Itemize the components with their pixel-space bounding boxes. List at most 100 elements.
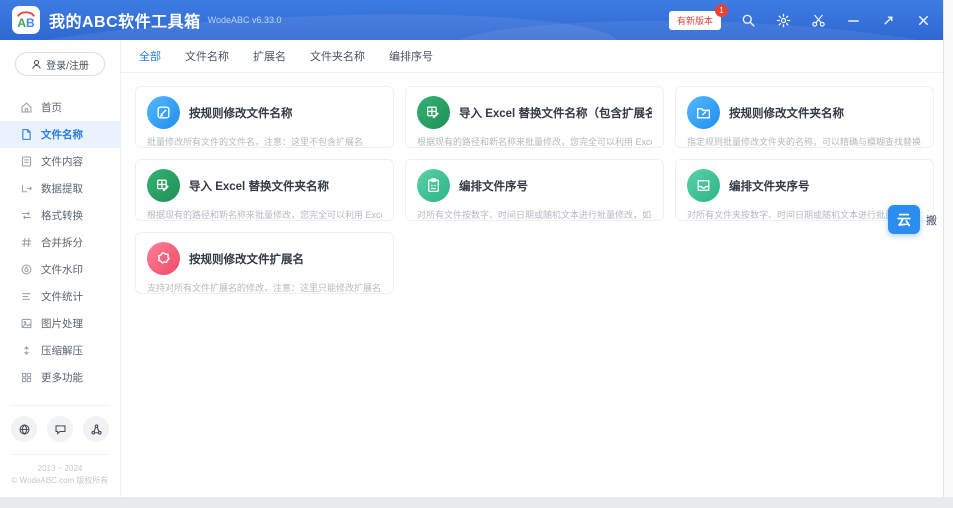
- number-folders-icon: [687, 169, 720, 202]
- copyright-years: 2013 ~ 2024: [10, 463, 110, 475]
- card-description: 根据现有的路径和新名称来批量修改，您完全可以利用 Excel 强大的功能: [417, 135, 652, 148]
- card-description: 批量修改所有文件的文件名，注意：这里不包含扩展名: [147, 135, 382, 148]
- svg-text:A: A: [17, 16, 26, 30]
- taskbar-strip: [0, 497, 953, 508]
- card-number-files[interactable]: 编排文件序号 对所有文件按数字、时间日期或随机文本进行批量修改，如果您的规则不: [405, 159, 664, 221]
- card-title: 编排文件夹序号: [729, 178, 810, 194]
- rename-folder-icon: [687, 96, 720, 129]
- card-title: 导入 Excel 替换文件夹名称: [189, 178, 329, 194]
- file-content-icon: [20, 155, 33, 168]
- close-icon[interactable]: [916, 13, 931, 28]
- card-excel-rename-file[interactable]: 导入 Excel 替换文件名称（包含扩展名） 根据现有的路径和新名称来批量修改，…: [405, 86, 664, 148]
- sidebar-item-file-stats[interactable]: 文件统计: [0, 283, 120, 310]
- tab-numbering[interactable]: 编排序号: [389, 48, 433, 64]
- app-logo: A B: [12, 6, 40, 34]
- login-register-label: 登录/注册: [46, 57, 89, 72]
- sidebar-item-image-process[interactable]: 图片处理: [0, 310, 120, 337]
- app-title: 我的ABC软件工具箱: [49, 8, 201, 32]
- category-tabbar: 全部 文件名称 扩展名 文件夹名称 编排序号: [121, 40, 943, 73]
- cloud-button[interactable]: 云: [888, 205, 920, 234]
- sidebar: 登录/注册 首页 文件名称 文件内容: [0, 40, 121, 497]
- sidebar-item-label: 文件内容: [41, 154, 83, 169]
- update-badge: 1: [715, 4, 728, 17]
- excel-import-icon: [147, 169, 180, 202]
- file-name-icon: [20, 128, 33, 141]
- sidebar-item-label: 图片处理: [41, 316, 83, 331]
- format-convert-icon: [20, 209, 33, 222]
- social-row: [10, 405, 110, 454]
- sidebar-item-label: 合并拆分: [41, 235, 83, 250]
- tab-extension[interactable]: 扩展名: [253, 48, 286, 64]
- number-files-icon: [417, 169, 450, 202]
- sidebar-bottom: 2013 ~ 2024 © WodeABC.com 版权所有: [0, 405, 120, 497]
- tab-file-name[interactable]: 文件名称: [185, 48, 229, 64]
- sidebar-item-label: 数据提取: [41, 181, 83, 196]
- feedback-button[interactable]: [47, 416, 73, 442]
- card-rename-file[interactable]: 按规则修改文件名称 批量修改所有文件的文件名，注意：这里不包含扩展名: [135, 86, 394, 148]
- titlebar-controls: 有新版本 1: [669, 11, 931, 30]
- card-excel-rename-folder[interactable]: 导入 Excel 替换文件夹名称 根据现有的路径和新名称来批量修改，您完全可以利…: [135, 159, 394, 221]
- sidebar-item-label: 首页: [41, 100, 62, 115]
- card-title: 按规则修改文件夹名称: [729, 105, 844, 121]
- titlebar: A B 我的ABC软件工具箱 WodeABC v6.33.0 有新版本 1: [0, 0, 943, 40]
- floating-cloud-widget: 云 搬: [888, 205, 937, 234]
- sidebar-item-label: 格式转换: [41, 208, 83, 223]
- cloud-partial-label: 搬: [926, 212, 937, 228]
- card-title: 导入 Excel 替换文件名称（包含扩展名）: [459, 105, 652, 121]
- card-description: 对所有文件夹按数字、时间日期或随机文本进行批量修改，如果您的规则: [687, 208, 922, 221]
- tab-folder-name[interactable]: 文件夹名称: [310, 48, 365, 64]
- card-description: 根据现有的路径和新名称来批量修改，您完全可以利用 Excel 强大的功能: [147, 208, 382, 221]
- card-rename-folder[interactable]: 按规则修改文件夹名称 指定规则批量修改文件夹的名称，可以精确与模糊查找替换: [675, 86, 934, 148]
- update-version-button[interactable]: 有新版本 1: [669, 11, 721, 30]
- sidebar-item-more[interactable]: 更多功能: [0, 364, 120, 391]
- card-rename-extension[interactable]: 按规则修改文件扩展名 支持对所有文件扩展名的修改，注意：这里只能修改扩展名，「不…: [135, 232, 394, 294]
- image-process-icon: [20, 317, 33, 330]
- watermark-icon: [20, 263, 33, 276]
- settings-gear-icon[interactable]: [776, 13, 791, 28]
- sidebar-item-format-convert[interactable]: 格式转换: [0, 202, 120, 229]
- chat-icon: [54, 423, 67, 436]
- excel-import-icon: [417, 96, 450, 129]
- sidebar-item-label: 文件名称: [41, 127, 83, 142]
- card-title: 按规则修改文件名称: [189, 105, 293, 121]
- sidebar-item-compress[interactable]: 压缩解压: [0, 337, 120, 364]
- card-title: 按规则修改文件扩展名: [189, 251, 304, 267]
- home-icon: [20, 101, 33, 114]
- sidebar-nav: 首页 文件名称 文件内容 数据提取: [0, 94, 120, 391]
- sidebar-item-watermark[interactable]: 文件水印: [0, 256, 120, 283]
- sidebar-item-file-name[interactable]: 文件名称: [0, 121, 120, 148]
- sidebar-item-label: 更多功能: [41, 370, 83, 385]
- sidebar-item-label: 压缩解压: [41, 343, 83, 358]
- globe-icon: [18, 423, 31, 436]
- minimize-icon[interactable]: [846, 13, 861, 28]
- app-window: A B 我的ABC软件工具箱 WodeABC v6.33.0 有新版本 1: [0, 0, 944, 497]
- svg-text:B: B: [26, 16, 35, 30]
- sidebar-item-merge-split[interactable]: 合并拆分: [0, 229, 120, 256]
- search-icon[interactable]: [741, 13, 756, 28]
- merge-split-icon: [20, 236, 33, 249]
- maximize-icon[interactable]: [881, 13, 896, 28]
- card-description: 支持对所有文件扩展名的修改，注意：这里只能修改扩展名，「不是」文: [147, 281, 382, 294]
- copyright: 2013 ~ 2024 © WodeABC.com 版权所有: [10, 454, 110, 487]
- login-register-button[interactable]: 登录/注册: [15, 52, 105, 76]
- card-title: 编排文件序号: [459, 178, 528, 194]
- share-icon: [90, 423, 103, 436]
- card-description: 指定规则批量修改文件夹的名称，可以精确与模糊查找替换: [687, 135, 922, 148]
- data-extract-icon: [20, 182, 33, 195]
- scissors-icon[interactable]: [811, 13, 826, 28]
- share-button[interactable]: [83, 416, 109, 442]
- tool-card-grid: 按规则修改文件名称 批量修改所有文件的文件名，注意：这里不包含扩展名 导入 Ex…: [121, 73, 943, 307]
- sidebar-item-label: 文件统计: [41, 289, 83, 304]
- tab-all[interactable]: 全部: [139, 48, 161, 64]
- card-description: 对所有文件按数字、时间日期或随机文本进行批量修改，如果您的规则不: [417, 208, 652, 221]
- sidebar-item-label: 文件水印: [41, 262, 83, 277]
- sidebar-item-file-content[interactable]: 文件内容: [0, 148, 120, 175]
- website-button[interactable]: [11, 416, 37, 442]
- main-content: 全部 文件名称 扩展名 文件夹名称 编排序号 按规则修改文件名称: [121, 40, 943, 497]
- screen: A B 我的ABC软件工具箱 WodeABC v6.33.0 有新版本 1: [0, 0, 953, 508]
- copyright-owner: © WodeABC.com 版权所有: [10, 475, 110, 487]
- rename-file-icon: [147, 96, 180, 129]
- sidebar-item-home[interactable]: 首页: [0, 94, 120, 121]
- sidebar-item-data-extract[interactable]: 数据提取: [0, 175, 120, 202]
- logo-ab-icon: A B: [14, 8, 38, 32]
